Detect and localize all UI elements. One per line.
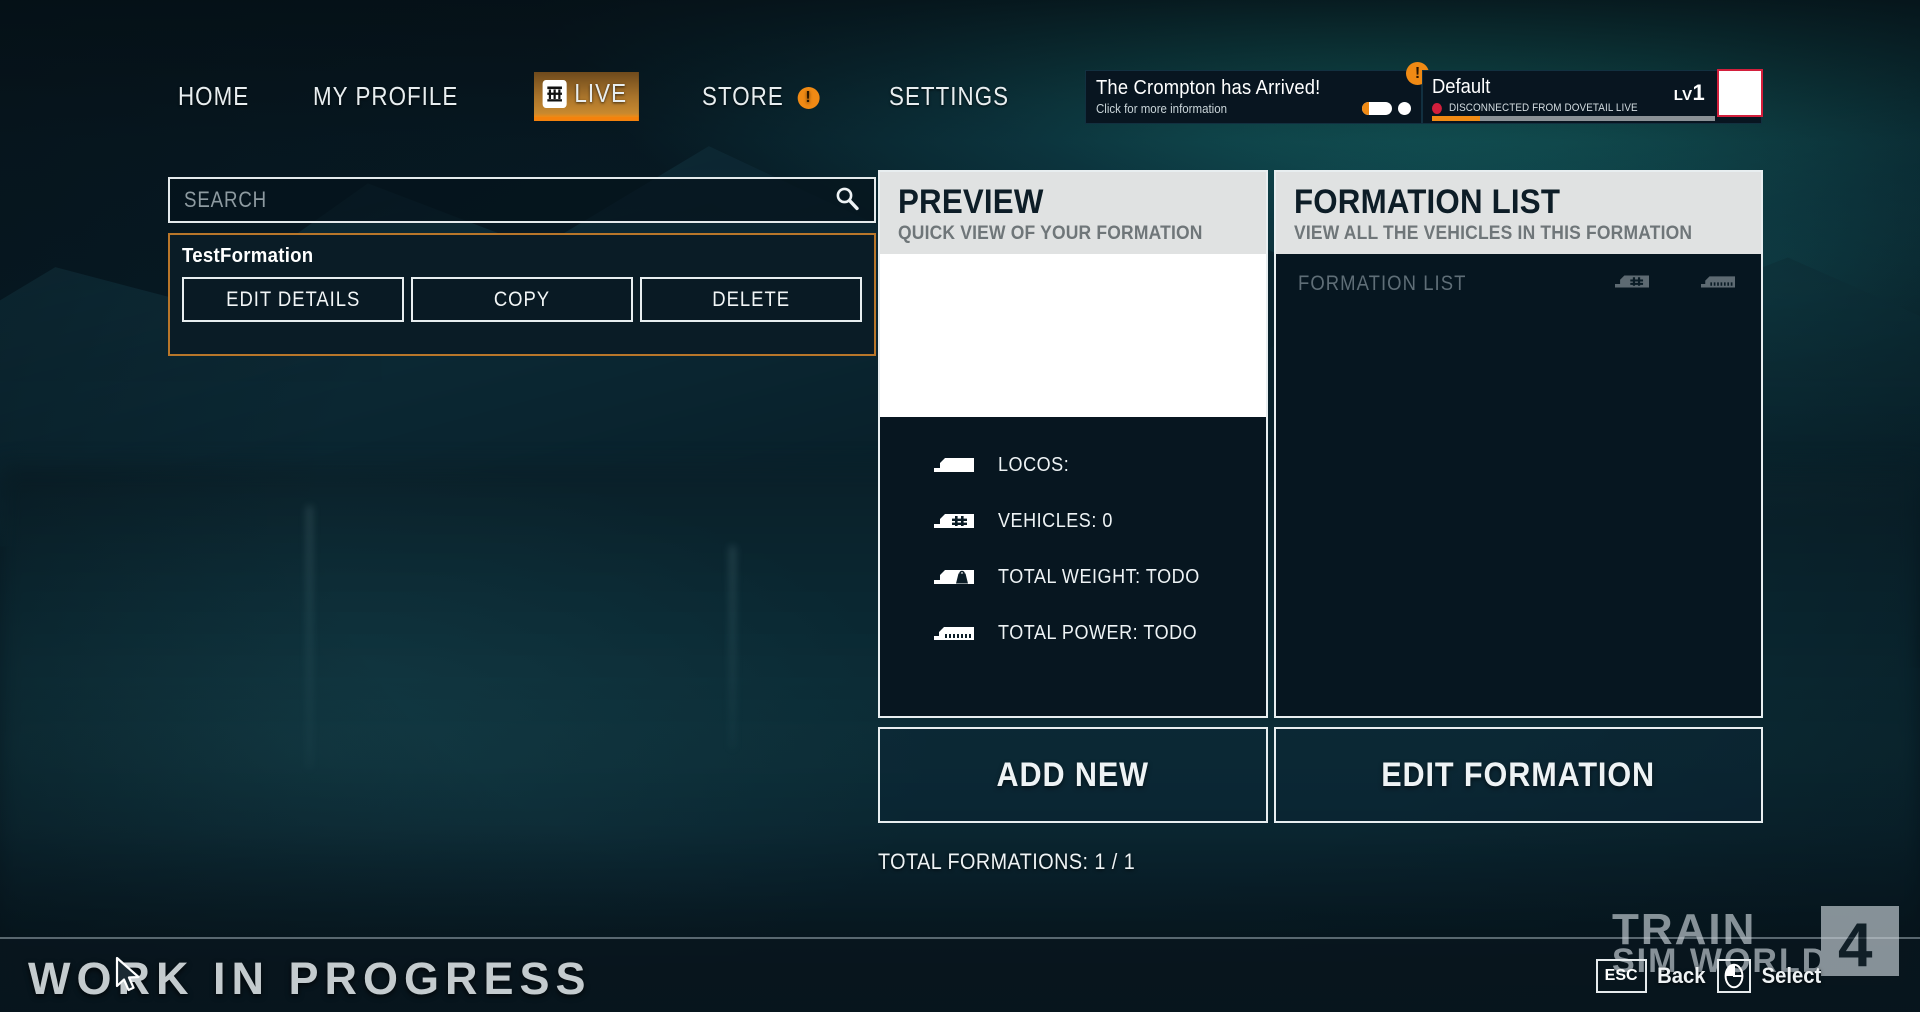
stat-row-vehicles: VEHICLES: 0: [880, 493, 1266, 549]
preview-header: PREVIEW QUICK VIEW OF YOUR FORMATION: [880, 172, 1266, 254]
total-formations-label: TOTAL FORMATIONS: 1 / 1: [878, 849, 1136, 874]
loco-power-icon: [932, 623, 984, 643]
notification-page-2[interactable]: [1398, 102, 1411, 115]
dtg-logo-icon: [542, 79, 567, 108]
hint-back-label: Back: [1656, 963, 1706, 988]
nav-item-list: HOME MY PROFILE LIVE STORE ! SETTINGS: [178, 72, 1080, 121]
esc-key-icon: ESC: [1595, 959, 1647, 993]
stat-label-locos: LOCOS:: [998, 453, 1070, 476]
profile-level-prefix: LV: [1673, 87, 1693, 104]
loco-power-icon: [1699, 273, 1737, 295]
search-icon[interactable]: [834, 185, 860, 216]
formation-list-column-header: FORMATION LIST: [1276, 254, 1761, 314]
mouse-icon: [1717, 959, 1752, 993]
nav-item-my-profile[interactable]: MY PROFILE: [313, 73, 458, 120]
search-input[interactable]: SEARCH: [168, 177, 876, 223]
xp-bar: [1432, 116, 1715, 121]
status-indicator-icon: [1432, 102, 1442, 114]
loco-weight-icon: [932, 567, 984, 587]
mouse-cursor-icon: [113, 956, 147, 996]
profile-level-value: 1: [1692, 80, 1705, 105]
profile-widget[interactable]: Default DISCONNECTED FROM DOVETAIL LIVE …: [1422, 69, 1763, 124]
formation-list-column-icons: [1613, 273, 1737, 295]
notification-subtitle: Click for more information: [1096, 102, 1228, 116]
nav-item-home[interactable]: HOME: [178, 73, 249, 120]
formation-card-actions: EDIT DETAILS COPY DELETE: [182, 277, 862, 322]
stat-row-total-power: TOTAL POWER: TODO: [880, 605, 1266, 661]
nav-item-live[interactable]: LIVE: [533, 72, 639, 121]
stat-label-vehicles: VEHICLES: 0: [998, 509, 1113, 532]
preview-render-area: [880, 254, 1266, 417]
avatar[interactable]: [1717, 69, 1763, 117]
formation-name: TestFormation: [182, 245, 314, 267]
nav-item-my-profile-label: MY PROFILE: [312, 81, 459, 111]
profile-level: LV1: [1674, 80, 1705, 106]
loco-number-icon: [932, 511, 984, 531]
edit-formation-label: EDIT FORMATION: [1381, 755, 1656, 794]
hint-select-label: Select: [1761, 963, 1822, 988]
hint-back[interactable]: ESC Back: [1595, 959, 1708, 993]
logo-number-text: 4: [1838, 911, 1873, 978]
profile-status-label: DISCONNECTED FROM DOVETAIL LIVE: [1449, 102, 1638, 114]
stat-row-locos: LOCOS:: [880, 437, 1266, 493]
stat-label-total-weight: TOTAL WEIGHT: TODO: [998, 565, 1200, 588]
nav-item-settings-label: SETTINGS: [888, 81, 1009, 111]
formation-list-header: FORMATION LIST VIEW ALL THE VEHICLES IN …: [1276, 172, 1761, 254]
formation-list-column-label: FORMATION LIST: [1298, 272, 1467, 295]
stat-label-total-power: TOTAL POWER: TODO: [998, 621, 1198, 644]
delete-label: DELETE: [712, 287, 790, 311]
preview-title: PREVIEW: [898, 183, 1044, 221]
edit-formation-button[interactable]: EDIT FORMATION: [1274, 727, 1763, 823]
footer-hints: ESC Back Select: [1595, 959, 1824, 993]
edit-details-button[interactable]: EDIT DETAILS: [182, 277, 404, 322]
profile-status: DISCONNECTED FROM DOVETAIL LIVE: [1432, 102, 1761, 114]
add-new-button[interactable]: ADD NEW: [878, 727, 1268, 823]
formation-list-title: FORMATION LIST: [1294, 183, 1561, 221]
formation-card[interactable]: TestFormation EDIT DETAILS COPY DELETE: [168, 233, 876, 356]
loco-icon: [932, 455, 984, 475]
edit-details-label: EDIT DETAILS: [225, 287, 361, 311]
nav-item-store-label: STORE: [702, 81, 784, 111]
delete-button[interactable]: DELETE: [640, 277, 862, 322]
copy-button[interactable]: COPY: [411, 277, 633, 322]
formation-list-panel: FORMATION LIST VIEW ALL THE VEHICLES IN …: [1274, 170, 1763, 718]
nav-item-store[interactable]: STORE !: [702, 73, 820, 120]
stat-row-total-weight: TOTAL WEIGHT: TODO: [880, 549, 1266, 605]
hint-select[interactable]: Select: [1717, 959, 1824, 993]
nav-item-settings[interactable]: SETTINGS: [889, 73, 1009, 120]
loco-number-icon: [1613, 273, 1651, 295]
notification-banner[interactable]: The Crompton has Arrived! Click for more…: [1085, 62, 1429, 124]
copy-label: COPY: [493, 287, 551, 311]
notification-page-1[interactable]: [1362, 102, 1392, 115]
preview-subtitle: QUICK VIEW OF YOUR FORMATION: [898, 223, 1203, 244]
app-root: HOME MY PROFILE LIVE STORE ! SETTINGS Th…: [0, 0, 1920, 1012]
formation-list-subtitle: VIEW ALL THE VEHICLES IN THIS FORMATION: [1294, 223, 1693, 244]
nav-item-live-label: LIVE: [574, 78, 627, 108]
preview-stats-list: LOCOS: VEHICLES: 0 TOTAL WEIGHT: TODO TO…: [880, 417, 1266, 661]
notification-title: The Crompton has Arrived!: [1096, 77, 1321, 99]
nav-item-home-label: HOME: [178, 81, 250, 111]
notification-pager[interactable]: [1362, 102, 1411, 115]
preview-panel: PREVIEW QUICK VIEW OF YOUR FORMATION LOC…: [878, 170, 1268, 718]
search-placeholder: SEARCH: [184, 187, 268, 212]
store-alert-badge: !: [797, 87, 820, 110]
xp-bar-fill: [1432, 116, 1481, 121]
add-new-label: ADD NEW: [996, 755, 1150, 794]
